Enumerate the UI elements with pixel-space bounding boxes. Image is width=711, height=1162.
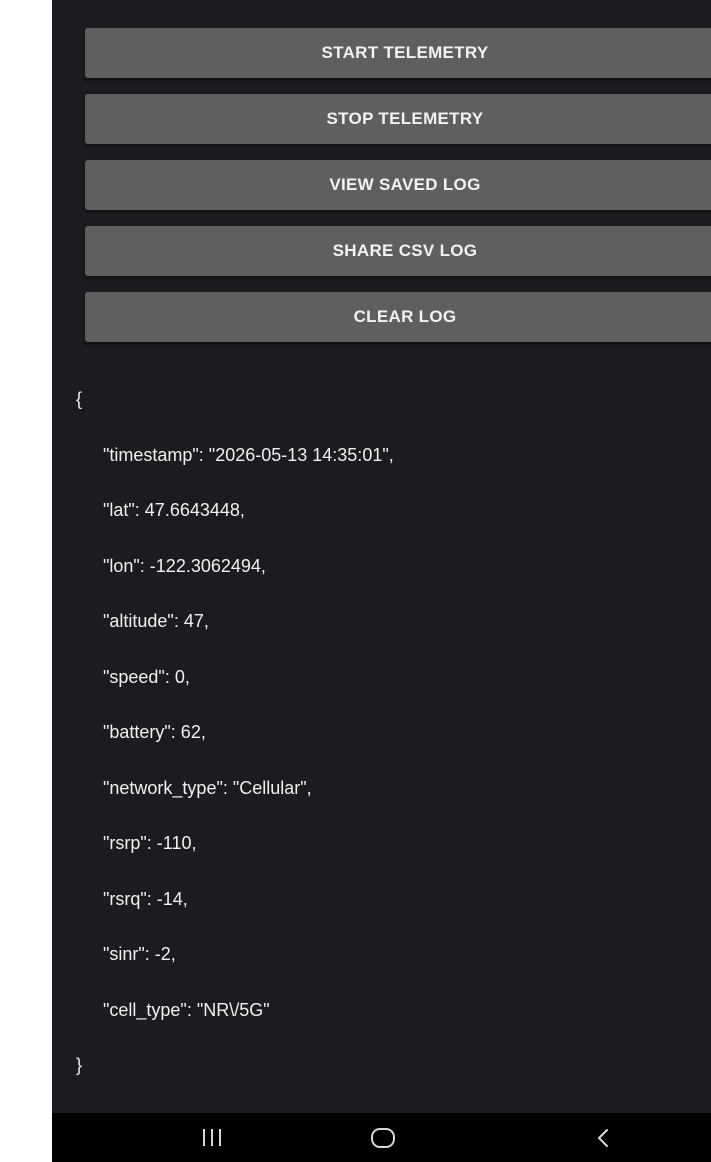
back-icon xyxy=(598,1128,608,1147)
back-button[interactable] xyxy=(558,1113,648,1162)
log-line-rsrq: "rsrq": -14, xyxy=(103,888,188,909)
share-csv-log-button[interactable]: SHARE CSV LOG xyxy=(85,226,711,276)
system-navigation-bar xyxy=(52,1113,711,1162)
log-line-battery: "battery": 62, xyxy=(103,722,206,742)
home-icon xyxy=(371,1127,395,1148)
log-line-altitude: "altitude": 47, xyxy=(103,611,209,631)
log-open-brace: { xyxy=(76,389,83,409)
log-line-timestamp: "timestamp": "2026-05-13 14:35:01", xyxy=(103,444,394,465)
stop-telemetry-button[interactable]: STOP TELEMETRY xyxy=(85,94,711,144)
app-screen: START TELEMETRY STOP TELEMETRY VIEW SAVE… xyxy=(52,0,711,1162)
log-line-lon: "lon": -122.3062494, xyxy=(103,555,266,576)
telemetry-log-output: { "timestamp": "2026-05-13 14:35:01", "l… xyxy=(76,353,676,1112)
start-telemetry-button[interactable]: START TELEMETRY xyxy=(85,28,711,78)
log-line-network-type: "network_type": "Cellular", xyxy=(103,777,312,798)
log-line-cell-type: "cell_type": "NR\/5G" xyxy=(103,999,270,1020)
recents-button[interactable] xyxy=(167,1113,257,1162)
home-button[interactable] xyxy=(338,1113,428,1162)
recents-icon xyxy=(203,1129,221,1146)
clear-log-button[interactable]: CLEAR LOG xyxy=(85,292,711,342)
log-line-sinr: "sinr": -2, xyxy=(103,944,176,964)
view-saved-log-button[interactable]: VIEW SAVED LOG xyxy=(85,160,711,210)
log-line-rsrp: "rsrp": -110, xyxy=(103,833,197,853)
log-close-brace: } xyxy=(76,1055,83,1075)
log-line-lat: "lat": 47.6643448, xyxy=(103,500,245,520)
log-line-speed: "speed": 0, xyxy=(103,666,190,687)
